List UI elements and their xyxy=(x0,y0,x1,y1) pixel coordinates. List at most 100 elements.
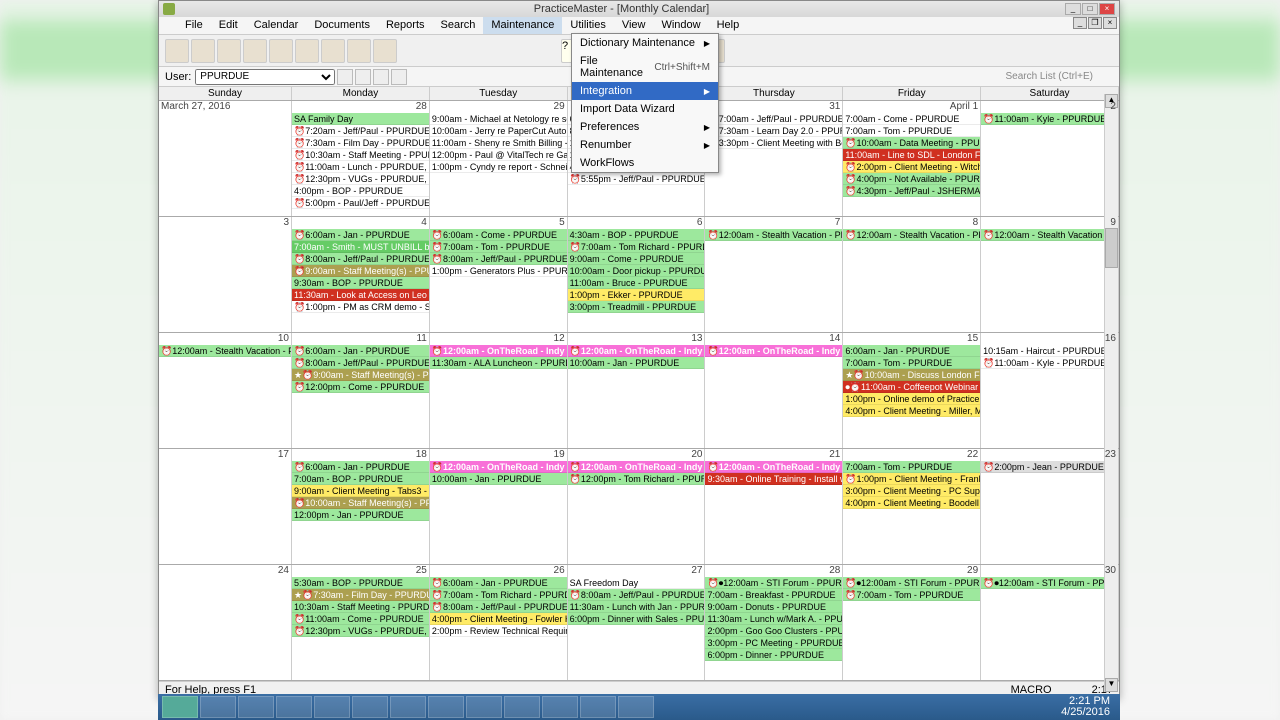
menu-edit[interactable]: Edit xyxy=(211,17,246,34)
calendar-event[interactable]: 7:00am - Tom - PPURDUE xyxy=(843,461,980,473)
calendar-event[interactable]: 7:00am - Breakfast - PPURDUE xyxy=(705,589,842,601)
calendar-event[interactable]: ⏰⏺12:00am - STI Forum - PPURDUE xyxy=(981,577,1118,589)
calendar-event[interactable]: 12:00pm - Jan - PPURDUE xyxy=(292,509,429,521)
menu-reports[interactable]: Reports xyxy=(378,17,433,34)
day-cell[interactable]: 64:30am - BOP - PPURDUE⏰7:00am - Tom Ric… xyxy=(568,217,706,332)
calendar-event[interactable]: 7:00am - Tom - PPURDUE xyxy=(843,357,980,369)
calendar-event[interactable]: ⏰12:00am - Stealth Vacation - PPURDU xyxy=(159,345,291,357)
calendar-event[interactable]: 6:00pm - Dinner with Sales - PPURDUE xyxy=(568,613,705,625)
calendar-event[interactable]: 4:00pm - Client Meeting - Boodell & Dom xyxy=(843,497,980,509)
day-cell[interactable]: 13⏰12:00am - OnTheRoad - Indy - PPUR10:0… xyxy=(568,333,706,448)
scroll-down-button[interactable]: ▼ xyxy=(1105,678,1118,692)
day-cell[interactable]: 10⏰12:00am - Stealth Vacation - PPURDU xyxy=(159,333,292,448)
mdi-minimize-button[interactable]: _ xyxy=(1073,17,1087,29)
day-cell[interactable]: 30⏰⏺12:00am - STI Forum - PPURDUE xyxy=(981,565,1119,680)
calendar-event[interactable]: 5:30am - BOP - PPURDUE xyxy=(292,577,429,589)
day-cell[interactable]: March 27, 2016 xyxy=(159,101,292,216)
calendar-event[interactable]: ⏰6:00am - Jan - PPURDUE xyxy=(430,577,567,589)
menu-search[interactable]: Search xyxy=(433,17,484,34)
maximize-button[interactable]: □ xyxy=(1082,3,1098,15)
toolbar-button[interactable] xyxy=(217,39,241,63)
scroll-thumb[interactable] xyxy=(1105,228,1118,268)
day-cell[interactable]: 5⏰6:00am - Come - PPURDUE⏰7:00am - Tom -… xyxy=(430,217,568,332)
calendar-event[interactable]: ⏰10:00am - Staff Meeting(s) - PPURDU xyxy=(292,497,429,509)
toolbar-button[interactable] xyxy=(295,39,319,63)
day-cell[interactable]: 23⏰2:00pm - Jean - PPURDUE xyxy=(981,449,1119,564)
day-cell[interactable]: 29⏰⏺12:00am - STI Forum - PPURDUE⏰7:00am… xyxy=(843,565,981,680)
calendar-event[interactable]: ⏰7:00am - Tom - PPURDUE xyxy=(430,241,567,253)
calendar-event[interactable]: 9:00am - Donuts - PPURDUE xyxy=(705,601,842,613)
toolbar-button[interactable] xyxy=(243,39,267,63)
calendar-event[interactable]: ⏰1:00pm - PM as CRM demo - Stoll Ber xyxy=(292,301,429,313)
calendar-event[interactable]: ★⏰10:00am - Discuss London Fischer ex xyxy=(843,369,980,381)
calendar-event[interactable]: ⏰7:30am - Learn Day 2.0 - PPURDUE xyxy=(705,125,842,137)
menu-window[interactable]: Window xyxy=(653,17,708,34)
minimize-button[interactable]: _ xyxy=(1065,3,1081,15)
menu-item-import-data-wizard[interactable]: Import Data Wizard xyxy=(572,100,718,118)
calendar-event[interactable]: 4:30am - BOP - PPURDUE xyxy=(568,229,705,241)
calendar-event[interactable]: 11:00am - Sheny re Smith Billing - Smith xyxy=(430,137,567,149)
user-select[interactable]: PPURDUE xyxy=(195,69,335,85)
calendar-event[interactable]: ⏰10:30am - Staff Meeting - PPURDUE xyxy=(292,149,429,161)
calendar-event[interactable]: ⏰8:00am - Jeff/Paul - PPURDUE, JS xyxy=(430,253,567,265)
calendar-event[interactable]: ⏰12:00am - OnTheRoad - Indy - PPUR xyxy=(430,345,567,357)
day-cell[interactable]: 11⏰6:00am - Jan - PPURDUE⏰8:00am - Jeff/… xyxy=(292,333,430,448)
calendar-event[interactable]: ⏰12:00am - Stealth Vacation - PPURD xyxy=(843,229,980,241)
day-cell[interactable]: 2⏰11:00am - Kyle - PPURDUE xyxy=(981,101,1119,216)
calendar-event[interactable]: ⏰8:00am - Jeff/Paul - PPURDUE, JS xyxy=(292,253,429,265)
menu-item-integration[interactable]: Integration▶ xyxy=(572,82,718,100)
calendar-event[interactable]: 10:00am - Jan - PPURDUE xyxy=(430,473,567,485)
calendar-event[interactable]: 6:00am - Jan - PPURDUE xyxy=(843,345,980,357)
taskbar-word-icon[interactable] xyxy=(428,696,464,718)
taskbar-explorer-icon[interactable] xyxy=(200,696,236,718)
day-cell[interactable]: 4⏰6:00am - Jan - PPURDUE7:00am - Smith -… xyxy=(292,217,430,332)
calendar-event[interactable]: 7:00am - Tom - PPURDUE xyxy=(843,125,980,137)
day-cell[interactable]: 9⏰12:00am - Stealth Vacation - PPURD xyxy=(981,217,1119,332)
day-cell[interactable]: 18⏰6:00am - Jan - PPURDUE7:00am - BOP - … xyxy=(292,449,430,564)
calendar-event[interactable]: ⏰11:00am - Lunch - PPURDUE, C01 xyxy=(292,161,429,173)
toolbar-button[interactable] xyxy=(191,39,215,63)
toolbar-button[interactable] xyxy=(347,39,371,63)
mdi-restore-button[interactable]: ❐ xyxy=(1088,17,1102,29)
calendar-event[interactable]: ⏰12:30pm - VUGs - PPURDUE, PAU xyxy=(292,173,429,185)
menu-item-workflows[interactable]: WorkFlows xyxy=(572,154,718,172)
day-cell[interactable]: 17 xyxy=(159,449,292,564)
calendar-event[interactable]: ⏰12:00am - Stealth Vacation - PPURD xyxy=(705,229,842,241)
taskbar-app-icon[interactable] xyxy=(618,696,654,718)
calendar-event[interactable]: 4:00pm - Client Meeting - Miller, Marl, … xyxy=(843,405,980,417)
calendar-event[interactable]: 3:00pm - PC Meeting - PPURDUE xyxy=(705,637,842,649)
calendar-event[interactable]: ⏰7:00am - Tom Richard - PPURDUE xyxy=(568,241,705,253)
toolbar-button[interactable] xyxy=(373,39,397,63)
calendar-event[interactable]: ⏰8:00am - Jeff/Paul - PPURDUE, JS xyxy=(292,357,429,369)
calendar-event[interactable]: ⏰11:00am - Come - PPURDUE xyxy=(292,613,429,625)
menu-help[interactable]: Help xyxy=(709,17,748,34)
calendar-event[interactable]: ⏰12:00pm - Tom Richard - PPURDUE xyxy=(568,473,705,485)
calendar-event[interactable]: ⏰12:00am - OnTheRoad - Indy - PPUR xyxy=(568,461,705,473)
calendar-event[interactable]: ★⏰7:30am - Film Day - PPURDUE, M01 xyxy=(292,589,429,601)
calendar-event[interactable]: ⏰5:55pm - Jeff/Paul - PPURDUE, JSHE xyxy=(568,173,705,185)
day-cell[interactable]: 3 xyxy=(159,217,292,332)
taskbar-powerpoint-icon[interactable] xyxy=(542,696,578,718)
calendar-event[interactable]: 1:00pm - Generators Plus - PPURDUE xyxy=(430,265,567,277)
calendar-event[interactable]: 11:00am - Bruce - PPURDUE xyxy=(568,277,705,289)
taskbar-outlook-icon[interactable] xyxy=(276,696,312,718)
calendar-event[interactable]: 1:00pm - Online demo of PracticeMaster xyxy=(843,393,980,405)
calendar-event[interactable]: 9:00am - Client Meeting - Tabs3 - Mollic… xyxy=(292,485,429,497)
calendar-event[interactable]: 4:00pm - Client Meeting - Fowler Helz xyxy=(430,613,567,625)
taskbar-app-icon[interactable] xyxy=(504,696,540,718)
day-cell[interactable]: 26⏰6:00am - Jan - PPURDUE⏰7:00am - Tom R… xyxy=(430,565,568,680)
calendar-event[interactable]: 4:00pm - BOP - PPURDUE xyxy=(292,185,429,197)
calendar-event[interactable]: 3:00pm - Client Meeting - PC Support, In xyxy=(843,485,980,497)
calendar-event[interactable]: ⏰11:00am - Kyle - PPURDUE xyxy=(981,357,1118,369)
calendar-event[interactable]: ⏰1:00pm - Client Meeting - Franklin Cour xyxy=(843,473,980,485)
calendar-event[interactable]: ⏰6:00am - Come - PPURDUE xyxy=(430,229,567,241)
calendar-event[interactable]: 10:30am - Staff Meeting - PPURDUE, C01 xyxy=(292,601,429,613)
calendar-event[interactable]: ⏰8:00am - Jeff/Paul - PPURDUE, JS xyxy=(568,589,705,601)
toolbar-button[interactable] xyxy=(321,39,345,63)
mdi-close-button[interactable]: × xyxy=(1103,17,1117,29)
calendar-event[interactable]: 11:30am - Lunch w/Mark A. - PPURDUE xyxy=(705,613,842,625)
day-cell[interactable]: 255:30am - BOP - PPURDUE★⏰7:30am - Film … xyxy=(292,565,430,680)
calendar-event[interactable]: 7:00am - Come - PPURDUE xyxy=(843,113,980,125)
calendar-event[interactable]: ⏰12:00am - Stealth Vacation - PPURD xyxy=(981,229,1118,241)
menu-view[interactable]: View xyxy=(614,17,654,34)
